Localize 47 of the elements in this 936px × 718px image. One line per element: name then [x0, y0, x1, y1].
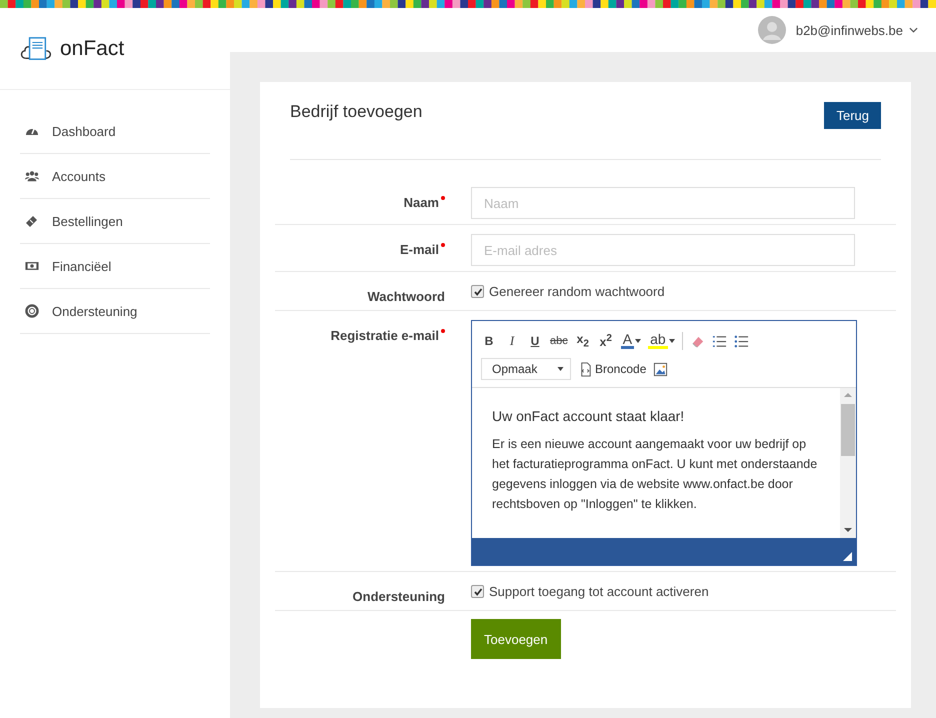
input-field[interactable]: Naam: [471, 187, 855, 219]
brand-name: onFact: [60, 36, 124, 60]
resize-handle-icon[interactable]: [843, 552, 852, 561]
numbered-list-icon[interactable]: [712, 334, 727, 348]
format-button[interactable]: I: [504, 333, 520, 349]
sidebar-item[interactable]: Bestellingen: [20, 199, 210, 244]
email-heading: Uw onFact account staat klaar!: [492, 408, 686, 424]
page-title: Bedrijf toevoegen: [290, 102, 422, 122]
source-button[interactable]: Broncode: [595, 362, 646, 376]
lifebuoy-icon: [25, 304, 39, 318]
checkbox-label: Genereer random wachtwoord: [489, 284, 665, 299]
scrollbar[interactable]: [840, 388, 856, 538]
submit-button[interactable]: Toevoegen: [471, 619, 561, 659]
format-button[interactable]: abc: [550, 335, 568, 347]
field-label: Ondersteuning: [352, 589, 445, 604]
sidebar-item[interactable]: Accounts: [20, 154, 210, 199]
banknote-icon: [25, 259, 39, 273]
caret-icon[interactable]: [668, 339, 675, 343]
avatar-icon: [758, 16, 786, 44]
sidebar-item[interactable]: Dashboard: [20, 109, 210, 154]
format-button[interactable]: U: [527, 334, 543, 348]
chevron-down-icon[interactable]: [909, 27, 918, 33]
users-icon: [25, 169, 39, 183]
color-button[interactable]: ab: [648, 333, 675, 349]
back-button[interactable]: Terug: [824, 102, 881, 129]
format-button[interactable]: B: [481, 334, 497, 348]
image-icon[interactable]: [653, 362, 668, 376]
input-field[interactable]: E-mail adres: [471, 234, 855, 266]
format-button[interactable]: x$^{2}$: [598, 333, 614, 349]
field-label: Registratie e-mail: [330, 328, 439, 343]
field-label: E-mail: [400, 242, 439, 257]
caret-icon[interactable]: [557, 367, 564, 371]
user-email[interactable]: b2b@infinwebs.be: [796, 22, 903, 38]
checkbox-label: Support toegang tot account activeren: [489, 584, 709, 599]
color-button[interactable]: A: [620, 333, 642, 349]
field-label: Naam: [404, 195, 439, 210]
bulleted-list-icon[interactable]: [734, 334, 749, 348]
sidebar-item[interactable]: Ondersteuning: [20, 289, 210, 334]
format-button[interactable]: x$_{2}$: [574, 332, 591, 350]
checkbox[interactable]: [471, 585, 484, 598]
checkbox[interactable]: [471, 285, 484, 298]
field-label: Wachtwoord: [367, 289, 445, 304]
sidebar-item[interactable]: Financiëel: [20, 244, 210, 289]
ticket-icon: [25, 214, 39, 228]
format-dropdown[interactable]: Opmaak: [481, 358, 571, 380]
caret-icon[interactable]: [635, 339, 642, 343]
email-body: Er is een nieuwe account aangemaakt voor uw bedrijf op het facturatieprogramma onFact. U kunt met onderstaande gegevens inloggen via de website www.onfact.be door rechtsboven op "Inloggen" te klikken.: [492, 436, 818, 513]
